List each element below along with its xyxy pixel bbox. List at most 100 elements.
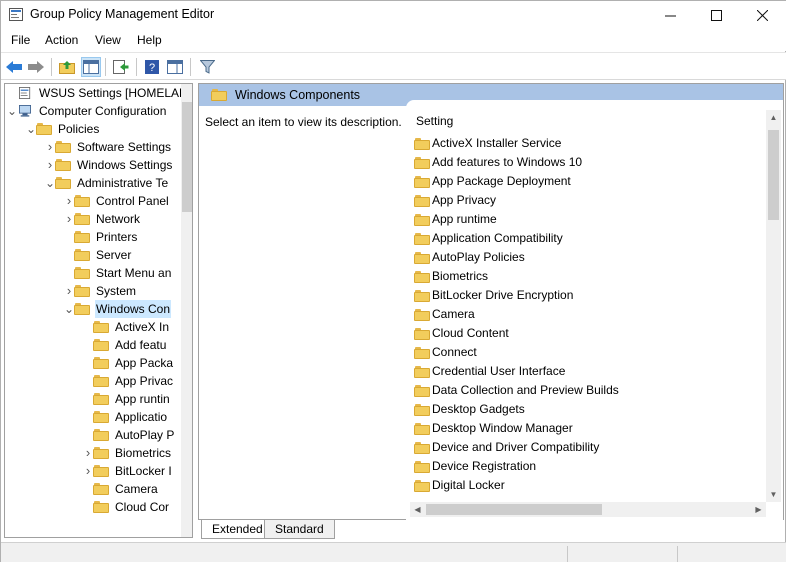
tree-node[interactable]: › Network bbox=[5, 210, 181, 228]
chevron-right-icon[interactable]: › bbox=[45, 156, 55, 174]
tree-node-label: Policies bbox=[58, 122, 100, 136]
list-item-label: Desktop Window Manager bbox=[432, 421, 573, 435]
list-item[interactable]: Desktop Gadgets bbox=[414, 400, 754, 419]
list-item[interactable]: App runtime bbox=[414, 210, 754, 229]
menu-file[interactable]: File bbox=[11, 33, 30, 47]
show-action-pane-button[interactable] bbox=[165, 57, 185, 77]
menu-view[interactable]: View bbox=[95, 33, 121, 47]
menu-action[interactable]: Action bbox=[45, 33, 78, 47]
list-item[interactable]: Application Compatibility bbox=[414, 229, 754, 248]
show-hide-tree-button[interactable] bbox=[81, 57, 101, 77]
folder-icon bbox=[55, 159, 71, 171]
filter-button[interactable] bbox=[197, 57, 217, 77]
list-item[interactable]: Data Collection and Preview Builds bbox=[414, 381, 754, 400]
list-item[interactable]: AutoPlay Policies bbox=[414, 248, 754, 267]
tree-node-label: Add featu bbox=[115, 338, 167, 352]
scroll-down-icon[interactable]: ▼ bbox=[766, 487, 781, 502]
list-item[interactable]: Device Registration bbox=[414, 457, 754, 476]
list-item[interactable]: App Privacy bbox=[414, 191, 754, 210]
tree-node[interactable]: Cloud Cor bbox=[5, 498, 181, 516]
column-header-setting[interactable]: Setting bbox=[416, 114, 453, 128]
maximize-icon bbox=[710, 9, 722, 21]
tab-standard[interactable]: Standard bbox=[264, 520, 335, 539]
tree-node[interactable]: › Control Panel bbox=[5, 192, 181, 210]
chevron-right-icon[interactable]: › bbox=[45, 138, 55, 156]
chevron-right-icon[interactable]: › bbox=[64, 192, 74, 210]
tree-node[interactable]: Applicatio bbox=[5, 408, 181, 426]
list-item[interactable]: Desktop Window Manager bbox=[414, 419, 754, 438]
tree-node[interactable]: App runtin bbox=[5, 390, 181, 408]
tree-node-label: ActiveX In bbox=[115, 320, 170, 334]
folder-icon bbox=[414, 157, 430, 169]
tree-node[interactable]: ⌄ Windows Con bbox=[5, 300, 181, 318]
export-list-button[interactable] bbox=[111, 57, 131, 77]
folder-icon bbox=[414, 214, 430, 226]
tree-node[interactable]: App Packa bbox=[5, 354, 181, 372]
list-item-label: Desktop Gadgets bbox=[432, 402, 525, 416]
list-vertical-scrollbar[interactable]: ▲ ▼ bbox=[766, 110, 781, 502]
scroll-up-icon[interactable]: ▲ bbox=[766, 110, 781, 125]
list-item[interactable]: Credential User Interface bbox=[414, 362, 754, 381]
back-button[interactable] bbox=[4, 57, 24, 77]
list-item[interactable]: Camera bbox=[414, 305, 754, 324]
console-tree: WSUS Settings [HOMELAB20⌄Computer Config… bbox=[4, 83, 193, 538]
forward-button[interactable] bbox=[26, 57, 46, 77]
tree-node[interactable]: › BitLocker I bbox=[5, 462, 181, 480]
chevron-right-icon[interactable]: › bbox=[64, 282, 74, 300]
list-item[interactable]: Add features to Windows 10 bbox=[414, 153, 754, 172]
tree-node[interactable]: › Biometrics bbox=[5, 444, 181, 462]
tree-scrollbar-thumb[interactable] bbox=[182, 102, 192, 212]
tree-node[interactable]: Printers bbox=[5, 228, 181, 246]
list-item[interactable]: Digital Locker bbox=[414, 476, 754, 495]
list-vertical-thumb[interactable] bbox=[768, 130, 779, 220]
list-item[interactable]: Device and Driver Compatibility bbox=[414, 438, 754, 457]
list-item[interactable]: ActiveX Installer Service bbox=[414, 134, 754, 153]
tree-node[interactable]: ⌄ Policies bbox=[5, 120, 181, 138]
scroll-left-icon[interactable]: ◀ bbox=[410, 502, 425, 517]
folder-icon bbox=[74, 231, 90, 243]
tree-scrollbar[interactable] bbox=[181, 84, 192, 537]
chevron-down-icon[interactable]: ⌄ bbox=[7, 102, 17, 120]
chevron-down-icon[interactable]: ⌄ bbox=[26, 120, 36, 138]
scroll-right-icon[interactable]: ▶ bbox=[751, 502, 766, 517]
folder-icon bbox=[93, 375, 109, 387]
list-item[interactable]: BitLocker Drive Encryption bbox=[414, 286, 754, 305]
maximize-button[interactable] bbox=[693, 1, 739, 29]
console-tree-icon bbox=[83, 60, 99, 74]
tree-node[interactable]: ⌄ Administrative Te bbox=[5, 174, 181, 192]
chevron-right-icon[interactable]: › bbox=[64, 210, 74, 228]
tree-node[interactable]: AutoPlay P bbox=[5, 426, 181, 444]
list-item[interactable]: Connect bbox=[414, 343, 754, 362]
tree-node[interactable]: › Windows Settings bbox=[5, 156, 181, 174]
list-item[interactable]: Biometrics bbox=[414, 267, 754, 286]
tree-node[interactable]: ⌄ Computer Configuration bbox=[5, 102, 181, 120]
tree-node[interactable]: ActiveX In bbox=[5, 318, 181, 336]
list-item-label: Data Collection and Preview Builds bbox=[432, 383, 619, 397]
minimize-button[interactable] bbox=[647, 1, 693, 29]
list-horizontal-scrollbar[interactable]: ◀ ▶ bbox=[410, 502, 766, 517]
tree-node[interactable]: Camera bbox=[5, 480, 181, 498]
tree-node[interactable]: App Privac bbox=[5, 372, 181, 390]
folder-icon bbox=[93, 447, 109, 459]
list-item-label: Connect bbox=[432, 345, 477, 359]
tree-node[interactable]: WSUS Settings [HOMELAB20 bbox=[5, 84, 181, 102]
chevron-right-icon[interactable]: › bbox=[83, 462, 93, 480]
close-button[interactable] bbox=[739, 1, 785, 29]
folder-icon bbox=[414, 423, 430, 435]
list-item[interactable]: Cloud Content bbox=[414, 324, 754, 343]
chevron-down-icon[interactable]: ⌄ bbox=[45, 174, 55, 192]
chevron-down-icon[interactable]: ⌄ bbox=[64, 300, 74, 318]
tree-node[interactable]: Add featu bbox=[5, 336, 181, 354]
tree-node[interactable]: › System bbox=[5, 282, 181, 300]
tree-node[interactable]: Start Menu an bbox=[5, 264, 181, 282]
menu-help[interactable]: Help bbox=[137, 33, 162, 47]
list-horizontal-thumb[interactable] bbox=[426, 504, 602, 515]
tree-node[interactable]: Server bbox=[5, 246, 181, 264]
help-button[interactable]: ? bbox=[142, 57, 162, 77]
up-folder-button[interactable] bbox=[57, 57, 77, 77]
tab-extended[interactable]: Extended bbox=[201, 520, 274, 539]
settings-list: Setting ActiveX Installer Service Add fea… bbox=[406, 100, 783, 520]
chevron-right-icon[interactable]: › bbox=[83, 444, 93, 462]
tree-node[interactable]: › Software Settings bbox=[5, 138, 181, 156]
list-item[interactable]: App Package Deployment bbox=[414, 172, 754, 191]
